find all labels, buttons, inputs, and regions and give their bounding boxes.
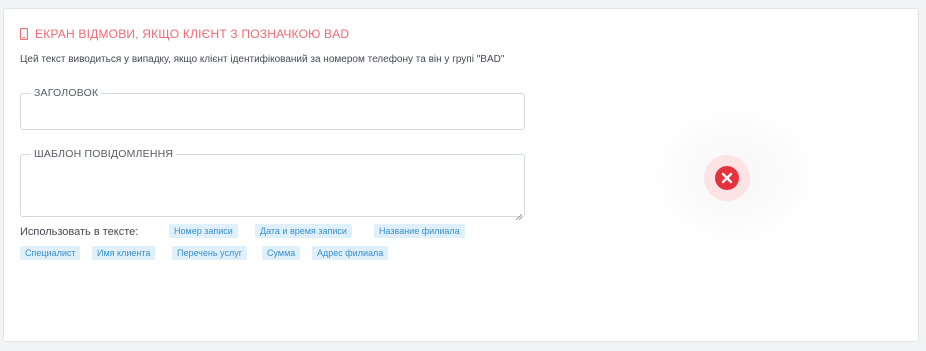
title-field-label: ЗАГОЛОВОК (31, 87, 102, 99)
bad-client-screen-card: ЕКРАН ВІДМОВИ, ЯКЩО КЛІЄНТ З ПОЗНАЧКОЮ B… (3, 8, 919, 342)
title-field[interactable]: ЗАГОЛОВОК (20, 87, 525, 130)
tag-specialist[interactable]: Специалист (20, 246, 81, 260)
tag-record-number[interactable]: Номер записи (169, 224, 238, 238)
template-field[interactable]: ШАБЛОН ПОВІДОМЛЕННЯ (20, 148, 525, 221)
section-title: ЕКРАН ВІДМОВИ, ЯКЩО КЛІЄНТ З ПОЗНАЧКОЮ B… (35, 27, 350, 41)
tag-services-list[interactable]: Перечень услуг (172, 246, 247, 260)
tag-sum[interactable]: Сумма (262, 246, 301, 260)
tag-branch-name[interactable]: Название филиала (374, 224, 465, 238)
tag-client-name[interactable]: Имя клиента (92, 246, 156, 260)
resize-handle-icon[interactable] (515, 207, 523, 221)
section-header: ЕКРАН ВІДМОВИ, ЯКЩО КЛІЄНТ З ПОЗНАЧКОЮ B… (19, 27, 350, 41)
template-textarea[interactable] (21, 155, 524, 216)
error-x-icon (715, 166, 739, 190)
title-input[interactable] (21, 94, 524, 129)
tag-record-datetime[interactable]: Дата и время записи (255, 224, 352, 238)
use-in-text-label: Использовать в тексте: (20, 226, 139, 238)
mobile-phone-icon (19, 27, 29, 41)
section-description: Цей текст виводиться у випадку, якщо клі… (20, 54, 505, 65)
tag-branch-address[interactable]: Адрес филиала (312, 246, 389, 260)
template-field-label: ШАБЛОН ПОВІДОМЛЕННЯ (31, 148, 177, 160)
